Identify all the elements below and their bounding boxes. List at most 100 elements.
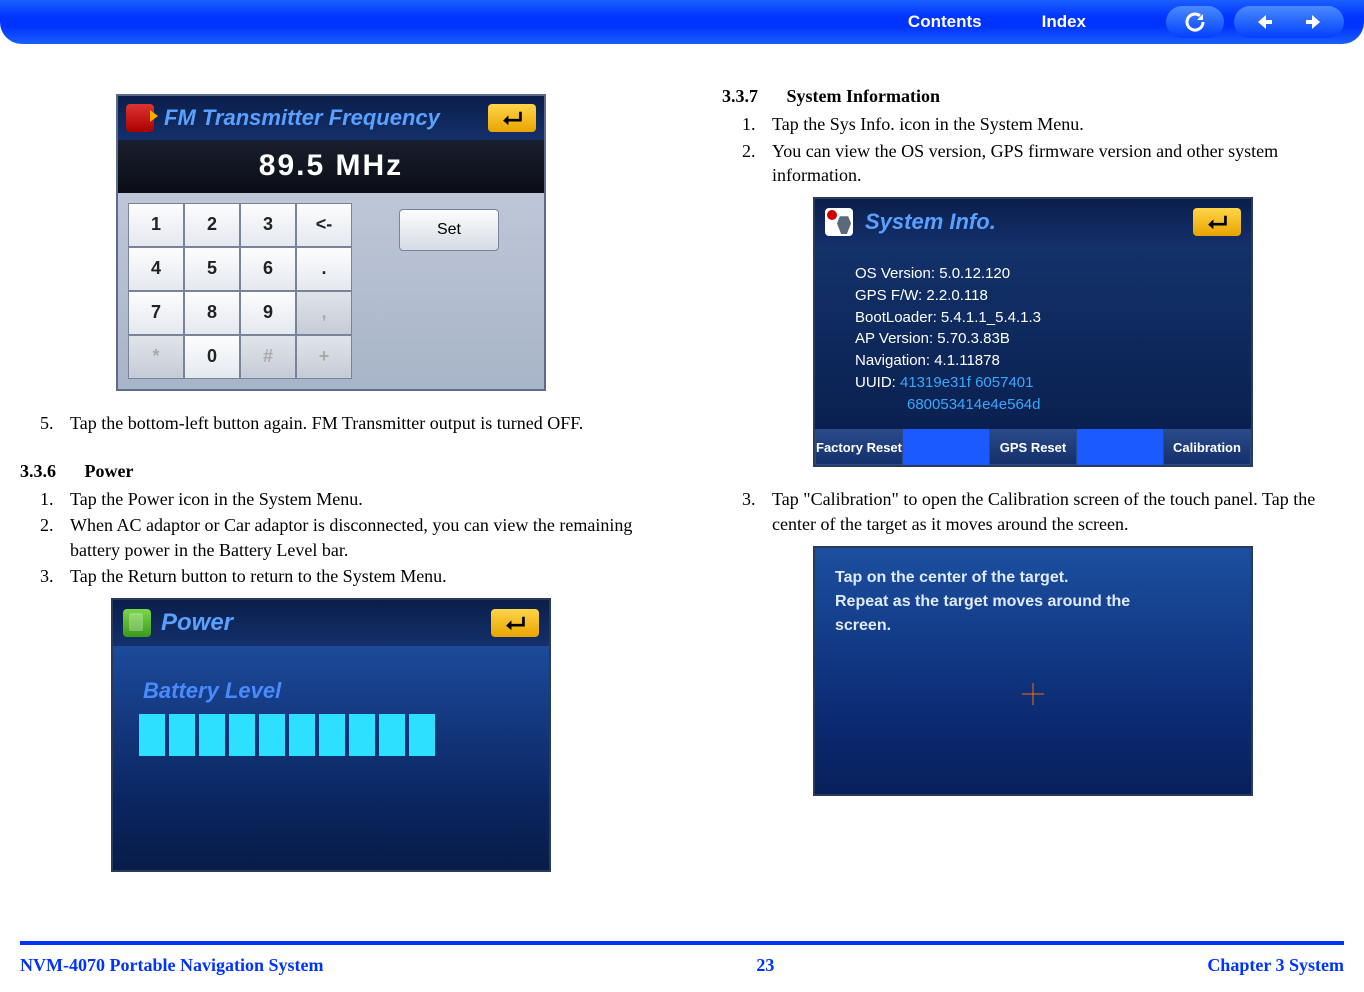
button-gap bbox=[1077, 429, 1163, 465]
calibration-instruction-2: Repeat as the target moves around the bbox=[835, 590, 1231, 614]
calibration-screenshot: Tap on the center of the target. Repeat … bbox=[813, 546, 1253, 796]
uuid-line-1: UUID: 41319e31f 6057401 bbox=[855, 372, 1221, 394]
battery-segment bbox=[169, 714, 195, 756]
arrow-left-icon[interactable] bbox=[1243, 7, 1285, 37]
battery-segment bbox=[319, 714, 345, 756]
key-5[interactable]: 5 bbox=[184, 247, 240, 291]
key-8[interactable]: 8 bbox=[184, 291, 240, 335]
keypad: 1 2 3 <- 4 5 6 . 7 8 bbox=[128, 203, 352, 379]
nav-pill-arrows bbox=[1234, 6, 1344, 38]
reload-icon[interactable] bbox=[1174, 7, 1216, 37]
section-title: Power bbox=[85, 461, 134, 481]
nav-icons bbox=[1166, 6, 1344, 38]
section-3-3-6-heading: 3.3.6 Power bbox=[20, 459, 642, 483]
step-text: Tap the Return button to return to the S… bbox=[70, 564, 642, 588]
key-plus[interactable]: + bbox=[296, 335, 352, 379]
system-info-screenshot: System Info. OS Version: 5.0.12.120 GPS … bbox=[813, 197, 1253, 467]
key-6[interactable]: 6 bbox=[240, 247, 296, 291]
factory-reset-button[interactable]: Factory Reset bbox=[815, 429, 903, 465]
power-step-1: 1.Tap the Power icon in the System Menu. bbox=[40, 487, 642, 511]
battery-level-label: Battery Level bbox=[143, 676, 525, 706]
power-screenshot: Power Battery Level bbox=[111, 598, 551, 872]
key-1[interactable]: 1 bbox=[128, 203, 184, 247]
step-text: Tap the Power icon in the System Menu. bbox=[70, 487, 642, 511]
power-title-text: Power bbox=[161, 607, 481, 639]
sysinfo-step-2: 2.You can view the OS version, GPS firmw… bbox=[742, 139, 1344, 188]
sysinfo-buttons: Factory Reset GPS Reset Calibration bbox=[815, 429, 1251, 465]
key-star[interactable]: * bbox=[128, 335, 184, 379]
fm-frequency-display: 89.5 MHz bbox=[118, 140, 544, 193]
key-backspace[interactable]: <- bbox=[296, 203, 352, 247]
section-number: 3.3.7 bbox=[722, 84, 782, 108]
calibration-instruction-1: Tap on the center of the target. bbox=[835, 566, 1231, 590]
step-text: You can view the OS version, GPS firmwar… bbox=[772, 139, 1344, 188]
sysinfo-step-3: 3.Tap "Calibration" to open the Calibrat… bbox=[742, 487, 1344, 536]
key-7[interactable]: 7 bbox=[128, 291, 184, 335]
battery-segment bbox=[229, 714, 255, 756]
step-text: Tap the Sys Info. icon in the System Men… bbox=[772, 112, 1344, 136]
index-link[interactable]: Index bbox=[1042, 12, 1086, 32]
fm-step-5: 5. Tap the bottom-left button again. FM … bbox=[40, 411, 642, 435]
gps-reset-button[interactable]: GPS Reset bbox=[989, 429, 1077, 465]
step-text: Tap the bottom-left button again. FM Tra… bbox=[70, 411, 642, 435]
section-3-3-7-heading: 3.3.7 System Information bbox=[722, 84, 1344, 108]
uuid-line-2: 680053414e4e564d bbox=[855, 394, 1221, 416]
arrow-right-icon[interactable] bbox=[1293, 7, 1335, 37]
nav-pill-reload bbox=[1166, 6, 1224, 38]
return-icon[interactable] bbox=[491, 609, 539, 637]
section-number: 3.3.6 bbox=[20, 459, 80, 483]
footer-page-number: 23 bbox=[756, 955, 774, 976]
power-step-2: 2.When AC adaptor or Car adaptor is disc… bbox=[40, 513, 642, 562]
calibration-button[interactable]: Calibration bbox=[1163, 429, 1251, 465]
battery-level-bar bbox=[139, 714, 525, 756]
return-icon[interactable] bbox=[1193, 208, 1241, 236]
footer-left: NVM-4070 Portable Navigation System bbox=[20, 955, 323, 976]
ap-version: AP Version: 5.70.3.83B bbox=[855, 328, 1221, 350]
key-3[interactable]: 3 bbox=[240, 203, 296, 247]
key-2[interactable]: 2 bbox=[184, 203, 240, 247]
battery-segment bbox=[199, 714, 225, 756]
key-0[interactable]: 0 bbox=[184, 335, 240, 379]
left-column: FM Transmitter Frequency 89.5 MHz 1 2 3 … bbox=[20, 84, 642, 892]
power-body: Battery Level bbox=[113, 646, 549, 870]
navigation-version: Navigation: 4.1.11878 bbox=[855, 350, 1221, 372]
battery-segment bbox=[139, 714, 165, 756]
battery-segment bbox=[259, 714, 285, 756]
sysinfo-titlebar: System Info. bbox=[815, 199, 1251, 245]
nav-links: Contents Index bbox=[908, 12, 1086, 32]
step-text: When AC adaptor or Car adaptor is discon… bbox=[70, 513, 642, 562]
battery-icon bbox=[123, 609, 151, 637]
footer-right: Chapter 3 System bbox=[1207, 955, 1344, 976]
calibration-instruction-3: screen. bbox=[835, 614, 1231, 638]
top-nav-bar: Contents Index bbox=[0, 0, 1364, 44]
contents-link[interactable]: Contents bbox=[908, 12, 982, 32]
bootloader: BootLoader: 5.4.1.1_5.4.1.3 bbox=[855, 307, 1221, 329]
gps-fw: GPS F/W: 2.2.0.118 bbox=[855, 285, 1221, 307]
sysinfo-title-text: System Info. bbox=[865, 207, 1181, 237]
page-content: FM Transmitter Frequency 89.5 MHz 1 2 3 … bbox=[0, 44, 1364, 912]
fm-transmitter-screenshot: FM Transmitter Frequency 89.5 MHz 1 2 3 … bbox=[116, 94, 546, 391]
sysinfo-body: OS Version: 5.0.12.120 GPS F/W: 2.2.0.11… bbox=[815, 245, 1251, 429]
step-number: 5. bbox=[40, 411, 70, 435]
step-text: Tap "Calibration" to open the Calibratio… bbox=[772, 487, 1344, 536]
set-button[interactable]: Set bbox=[399, 209, 499, 251]
power-step-3: 3.Tap the Return button to return to the… bbox=[40, 564, 642, 588]
os-version: OS Version: 5.0.12.120 bbox=[855, 263, 1221, 285]
fm-titlebar: FM Transmitter Frequency bbox=[118, 96, 544, 140]
button-gap bbox=[903, 429, 989, 465]
battery-segment bbox=[409, 714, 435, 756]
speaker-icon bbox=[126, 104, 154, 132]
key-4[interactable]: 4 bbox=[128, 247, 184, 291]
battery-segment bbox=[379, 714, 405, 756]
fm-title-text: FM Transmitter Frequency bbox=[164, 103, 478, 133]
key-9[interactable]: 9 bbox=[240, 291, 296, 335]
battery-segment bbox=[289, 714, 315, 756]
info-wrench-icon bbox=[825, 208, 853, 236]
return-icon[interactable] bbox=[488, 104, 536, 132]
key-hash[interactable]: # bbox=[240, 335, 296, 379]
sysinfo-step-1: 1.Tap the Sys Info. icon in the System M… bbox=[742, 112, 1344, 136]
key-comma[interactable]: , bbox=[296, 291, 352, 335]
key-dot[interactable]: . bbox=[296, 247, 352, 291]
calibration-target-icon[interactable] bbox=[1022, 683, 1044, 705]
battery-segment bbox=[349, 714, 375, 756]
